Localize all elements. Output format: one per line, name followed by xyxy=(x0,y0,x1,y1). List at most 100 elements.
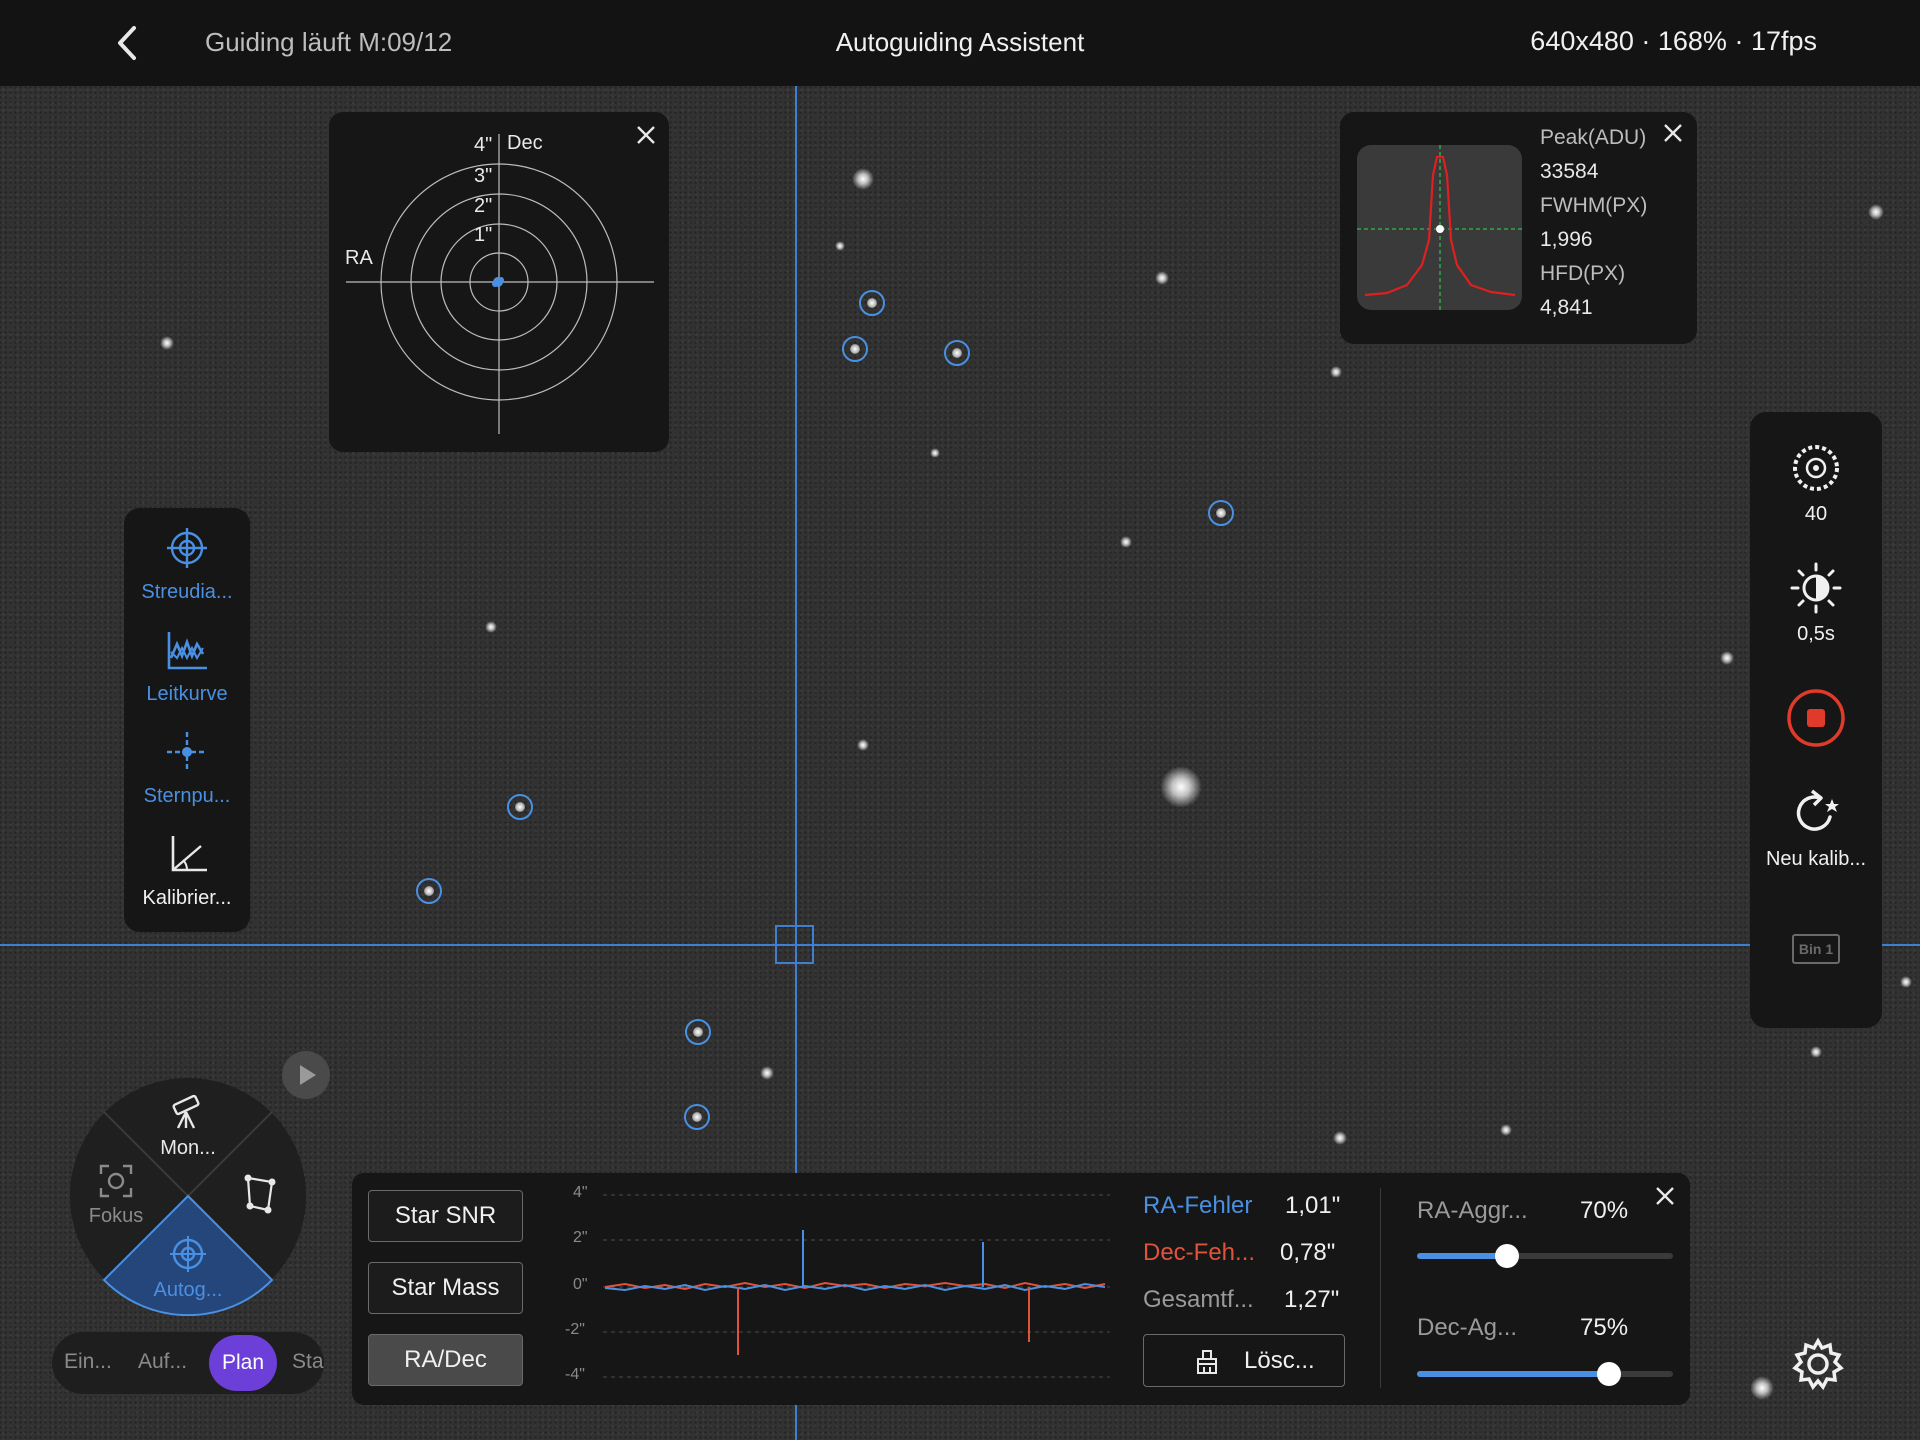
star-snr-button[interactable]: Star SNR xyxy=(368,1190,523,1242)
star xyxy=(1330,366,1342,378)
fwhm-label: FWHM(PX) xyxy=(1540,194,1648,217)
ring-label-4: 4" xyxy=(474,134,493,156)
tab-capture[interactable]: Auf... xyxy=(138,1350,187,1374)
focus-icon xyxy=(99,1164,133,1198)
dec-aggressiveness-label: Dec-Ag... xyxy=(1417,1314,1518,1341)
y-tick-label: -4" xyxy=(565,1366,585,1383)
ring-label-2: 2" xyxy=(474,195,493,217)
crosshair-horizontal-line xyxy=(0,944,1920,946)
star xyxy=(1868,204,1884,220)
stop-guiding-button[interactable] xyxy=(1750,687,1882,754)
star xyxy=(160,336,174,350)
recalibrate-icon xyxy=(1796,789,1839,831)
guide-error-plot xyxy=(603,1194,1110,1378)
ra-axis-label: RA xyxy=(345,247,373,269)
bin-label: Bin 1 xyxy=(1791,934,1841,964)
bin-toggle[interactable]: Bin 1 xyxy=(1750,934,1882,964)
star xyxy=(930,448,940,458)
tab-plan[interactable]: Plan xyxy=(209,1335,277,1391)
settings-button[interactable] xyxy=(1790,1336,1846,1392)
star xyxy=(760,1066,774,1080)
graph-icon xyxy=(167,632,207,670)
slider-fill xyxy=(1417,1253,1507,1259)
exposure-sun-icon xyxy=(1790,562,1842,614)
dec-aggressiveness-value: 75% xyxy=(1580,1314,1629,1341)
gain-dial-icon xyxy=(1793,445,1839,491)
y-tick-label: 2" xyxy=(573,1229,588,1246)
star-point-icon xyxy=(167,732,207,772)
panel-divider xyxy=(1380,1188,1381,1388)
candidate-star-marker[interactable] xyxy=(859,290,885,316)
recalibrate-label: Neu kalib... xyxy=(1765,848,1867,870)
mode-focus[interactable]: Fokus xyxy=(68,1162,164,1228)
mode-mount-label: Mon... xyxy=(160,1137,216,1159)
hfd-label: HFD(PX) xyxy=(1540,262,1626,285)
candidate-star-marker[interactable] xyxy=(685,1019,711,1045)
candidate-star-marker[interactable] xyxy=(842,336,868,362)
gear-icon xyxy=(1792,1337,1844,1391)
ra-error-value: 1,01" xyxy=(1285,1192,1341,1219)
peak-value: 33584 xyxy=(1540,160,1599,183)
guide-star-lock-box[interactable] xyxy=(775,925,814,964)
star xyxy=(1155,271,1169,285)
mode-autoguide[interactable]: Autog... xyxy=(128,1234,248,1302)
mode-tabs: Ein... Auf... Plan Sta xyxy=(52,1332,324,1394)
candidate-star-marker[interactable] xyxy=(1208,500,1234,526)
mode-plate-solve[interactable] xyxy=(236,1172,286,1223)
right-toolbar: 40 0,5s Neu kalib... Bin 1 xyxy=(1750,412,1882,1028)
toolbar-item-guide-graph[interactable]: Leitkurve xyxy=(124,628,250,706)
dec-aggressiveness-slider[interactable] xyxy=(1417,1361,1673,1387)
candidate-star-marker[interactable] xyxy=(416,878,442,904)
slider-knob[interactable] xyxy=(1495,1244,1519,1268)
tab-setup[interactable]: Ein... xyxy=(64,1350,112,1374)
y-tick-label: -2" xyxy=(565,1321,585,1338)
top-bar: Guiding läuft M:09/12 Autoguiding Assist… xyxy=(0,0,1920,86)
toolbar-item-label: Sternpu... xyxy=(143,785,231,807)
star-mass-button[interactable]: Star Mass xyxy=(368,1262,523,1314)
star-profile-graph xyxy=(1357,145,1522,310)
mode-focus-label: Fokus xyxy=(88,1205,144,1227)
exposure-value: 0,5s xyxy=(1797,623,1835,645)
star xyxy=(1750,1376,1774,1400)
candidate-star-marker[interactable] xyxy=(684,1104,710,1130)
toolbar-item-scatter[interactable]: Streudia... xyxy=(124,526,250,604)
clear-label: Lösc... xyxy=(1244,1347,1315,1374)
ring-label-3: 3" xyxy=(474,165,493,187)
ra-dec-button[interactable]: RA/Dec xyxy=(368,1334,523,1386)
broom-icon xyxy=(1197,1350,1217,1374)
left-toolbar: Streudia... Leitkurve Sternpu... Kalibri… xyxy=(124,508,250,932)
fwhm-value: 1,996 xyxy=(1540,228,1593,251)
mode-autoguide-label: Autog... xyxy=(153,1279,223,1301)
gain-control[interactable]: 40 xyxy=(1750,442,1882,526)
constellation-icon xyxy=(244,1174,276,1214)
star xyxy=(835,241,845,251)
tab-stack[interactable]: Sta xyxy=(292,1350,324,1374)
star xyxy=(1500,1124,1512,1136)
slider-knob[interactable] xyxy=(1597,1362,1621,1386)
star xyxy=(1160,766,1202,808)
toolbar-item-calibration[interactable]: Kalibrier... xyxy=(124,832,250,910)
gain-value: 40 xyxy=(1804,503,1828,525)
star xyxy=(857,739,869,751)
scatter-plot-panel: 4" Dec 3" 2" 1" RA xyxy=(329,112,669,452)
candidate-star-marker[interactable] xyxy=(944,340,970,366)
clear-button[interactable]: Lösc... xyxy=(1143,1334,1345,1387)
star xyxy=(1810,1046,1822,1058)
toolbar-item-label: Leitkurve xyxy=(146,683,228,705)
peak-label: Peak(ADU) xyxy=(1540,126,1647,149)
toolbar-item-star-point[interactable]: Sternpu... xyxy=(124,730,250,808)
recalibrate-button[interactable]: Neu kalib... xyxy=(1750,787,1882,871)
star xyxy=(852,168,874,190)
crosshair-icon xyxy=(167,528,207,568)
telescope-icon xyxy=(172,1094,200,1129)
hfd-value: 4,841 xyxy=(1540,296,1593,319)
close-icon[interactable] xyxy=(1662,122,1684,144)
close-icon[interactable] xyxy=(1654,1185,1676,1207)
guide-error-chart: 4" 2" 0" -2" -4" xyxy=(555,1180,1115,1385)
total-error-value: 1,27" xyxy=(1284,1286,1340,1313)
candidate-star-marker[interactable] xyxy=(507,794,533,820)
exposure-control[interactable]: 0,5s xyxy=(1750,562,1882,646)
mode-mount[interactable]: Mon... xyxy=(138,1092,238,1160)
dec-axis-label: Dec xyxy=(507,132,543,154)
ra-aggressiveness-slider[interactable] xyxy=(1417,1243,1673,1269)
